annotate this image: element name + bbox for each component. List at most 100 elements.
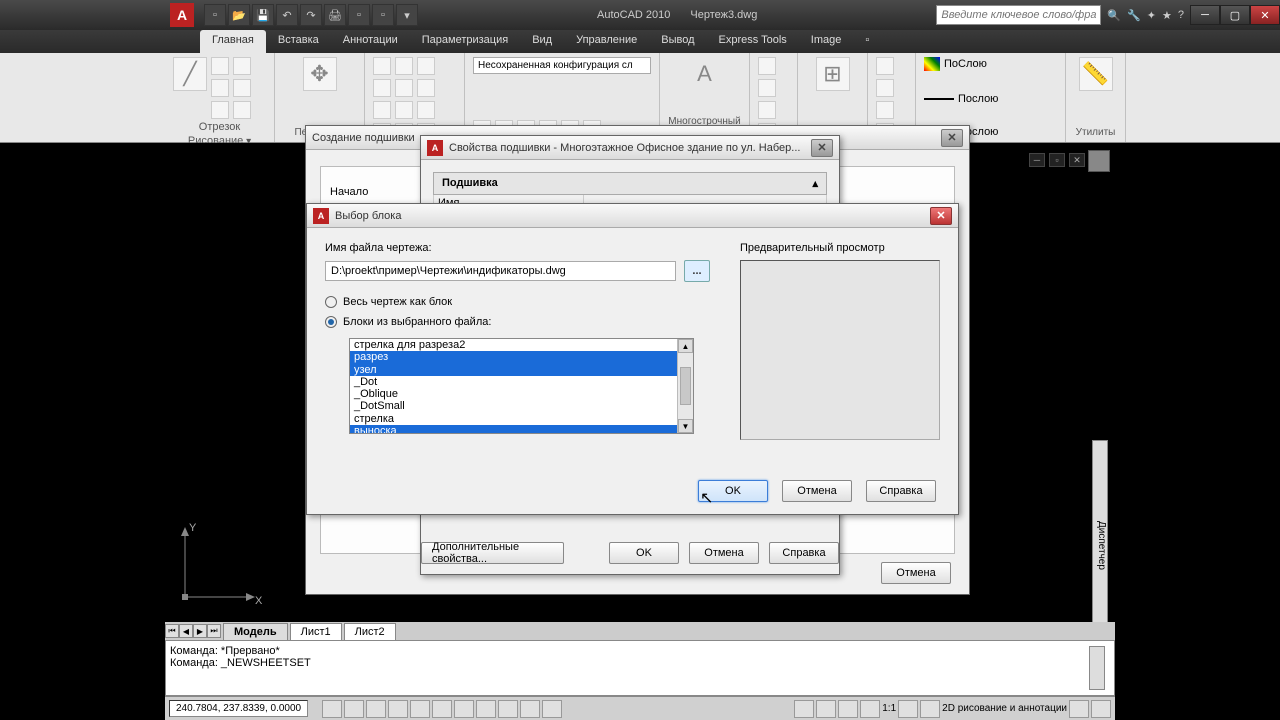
doc-restore-button[interactable]: ▫ [1049,153,1065,167]
tab-next-icon[interactable]: ▶ [193,624,207,638]
annot-icon[interactable] [758,101,776,119]
tab-sheet1[interactable]: Лист1 [290,623,342,640]
help-button[interactable]: Справка [769,542,839,564]
mod-icon[interactable] [373,57,391,75]
status-toggle[interactable] [542,700,562,718]
status-btn[interactable] [920,700,940,718]
draw-icon[interactable] [211,101,229,119]
tab-prev-icon[interactable]: ◀ [179,624,193,638]
tab-manage[interactable]: Управление [564,30,649,53]
search-icon[interactable]: 🔍 [1107,9,1121,22]
annotation-scale[interactable]: 1:1 [882,703,896,714]
cancel-button[interactable]: Отмена [782,480,852,502]
move-tool-icon[interactable]: ✥ [303,57,337,91]
annot-icon[interactable] [758,57,776,75]
tab-insert[interactable]: Вставка [266,30,331,53]
scroll-down-icon[interactable]: ▼ [678,419,693,433]
radio-whole-drawing[interactable]: Весь чертеж как блок [325,296,710,308]
ducs-toggle[interactable] [454,700,474,718]
draw-icon[interactable] [233,101,251,119]
status-btn[interactable] [816,700,836,718]
tab-output[interactable]: Вывод [649,30,706,53]
tab-express[interactable]: Express Tools [707,30,799,53]
favorite-icon[interactable]: ★ [1162,9,1172,22]
coordinates-display[interactable]: 240.7804, 237.8339, 0.0000 [169,700,308,717]
undo-icon[interactable]: ↶ [276,4,298,26]
tab-last-icon[interactable]: ⏭ [207,624,221,638]
comm-icon[interactable]: ✦ [1147,9,1156,22]
list-item[interactable]: _DotSmall [350,400,677,412]
command-line[interactable]: Команда: *Прервано* Команда: _NEWSHEETSE… [165,640,1115,696]
list-item[interactable]: разрез [350,351,677,363]
wizard-step-begin[interactable]: Начало [330,186,405,198]
workspace-label[interactable]: 2D рисование и аннотации [942,703,1067,714]
qp-toggle[interactable] [520,700,540,718]
insert-block-icon[interactable]: ⊞ [816,57,850,91]
status-btn[interactable] [898,700,918,718]
maximize-button[interactable]: ▢ [1220,5,1250,25]
otrack-toggle[interactable] [432,700,452,718]
snap-toggle[interactable] [322,700,342,718]
polar-toggle[interactable] [388,700,408,718]
cancel-button[interactable]: Отмена [689,542,759,564]
dialog-titlebar[interactable]: A Свойства подшивки - Многоэтажное Офисн… [421,136,839,160]
dispatcher-panel[interactable]: Диспетчер [1092,440,1108,650]
color-control[interactable]: ПоСлою [944,58,987,70]
status-btn[interactable] [860,700,880,718]
mtext-icon[interactable]: A [688,57,722,91]
grid-toggle[interactable] [344,700,364,718]
save-icon[interactable]: 💾 [252,4,274,26]
tab-model[interactable]: Модель [223,623,288,640]
doc-close-button[interactable]: ✕ [1069,153,1085,167]
line-tool-icon[interactable]: ╱ [173,57,207,91]
ok-button[interactable]: OK [609,542,679,564]
file-path-input[interactable]: D:\proekt\пример\Чертежи\индификаторы.dw… [325,261,676,281]
list-item[interactable]: _Dot [350,376,677,388]
print-icon[interactable]: 🖨 [324,4,346,26]
minimize-button[interactable]: ─ [1190,5,1220,25]
rect-icon[interactable] [233,57,251,75]
status-btn[interactable] [838,700,858,718]
dialog-close-button[interactable]: ✕ [930,207,952,225]
list-item[interactable]: выноска [350,425,677,433]
tab-view[interactable]: Вид [520,30,564,53]
block-icon[interactable] [876,101,894,119]
qat-btn[interactable]: ▫ [348,4,370,26]
tab-home[interactable]: Главная [200,30,266,53]
ok-button[interactable]: OK [698,480,768,502]
open-icon[interactable]: 📂 [228,4,250,26]
mod-icon[interactable] [373,101,391,119]
search-input[interactable] [936,5,1101,25]
lineweight-control[interactable]: Послою [958,93,998,105]
mod-icon[interactable] [395,57,413,75]
block-listbox[interactable]: стрелка для разреза2разрезузел_Dot_Obliq… [349,338,694,434]
mod-icon[interactable] [417,57,435,75]
mod-icon[interactable] [417,101,435,119]
mod-icon[interactable] [395,101,413,119]
close-button[interactable]: ✕ [1250,5,1280,25]
list-item[interactable]: стрелка для разреза2 [350,339,677,351]
dialog-close-button[interactable]: ✕ [941,129,963,147]
listbox-scrollbar[interactable]: ▲ ▼ [677,339,693,433]
tab-first-icon[interactable]: ⏮ [165,624,179,638]
help-button[interactable]: Справка [866,480,936,502]
block-icon[interactable] [876,57,894,75]
command-scrollbar[interactable] [1089,646,1105,690]
tab-parametric[interactable]: Параметризация [410,30,520,53]
osnap-toggle[interactable] [410,700,430,718]
new-icon[interactable]: ▫ [204,4,226,26]
draw-icon[interactable] [233,79,251,97]
app-icon[interactable]: A [170,3,194,27]
qat-btn[interactable]: ▫ [372,4,394,26]
layer-state-dropdown[interactable]: Несохраненная конфигурация сл [473,57,651,74]
palette-toggle-button[interactable] [1088,150,1110,172]
list-item[interactable]: _Oblique [350,388,677,400]
mod-icon[interactable] [417,79,435,97]
doc-minimize-button[interactable]: ─ [1029,153,1045,167]
dyn-toggle[interactable] [476,700,496,718]
scroll-up-icon[interactable]: ▲ [678,339,693,353]
block-icon[interactable] [876,79,894,97]
property-section-header[interactable]: Подшивка▴ [433,172,827,195]
radio-blocks-from-file[interactable]: Блоки из выбранного файла: [325,316,710,328]
redo-icon[interactable]: ↷ [300,4,322,26]
